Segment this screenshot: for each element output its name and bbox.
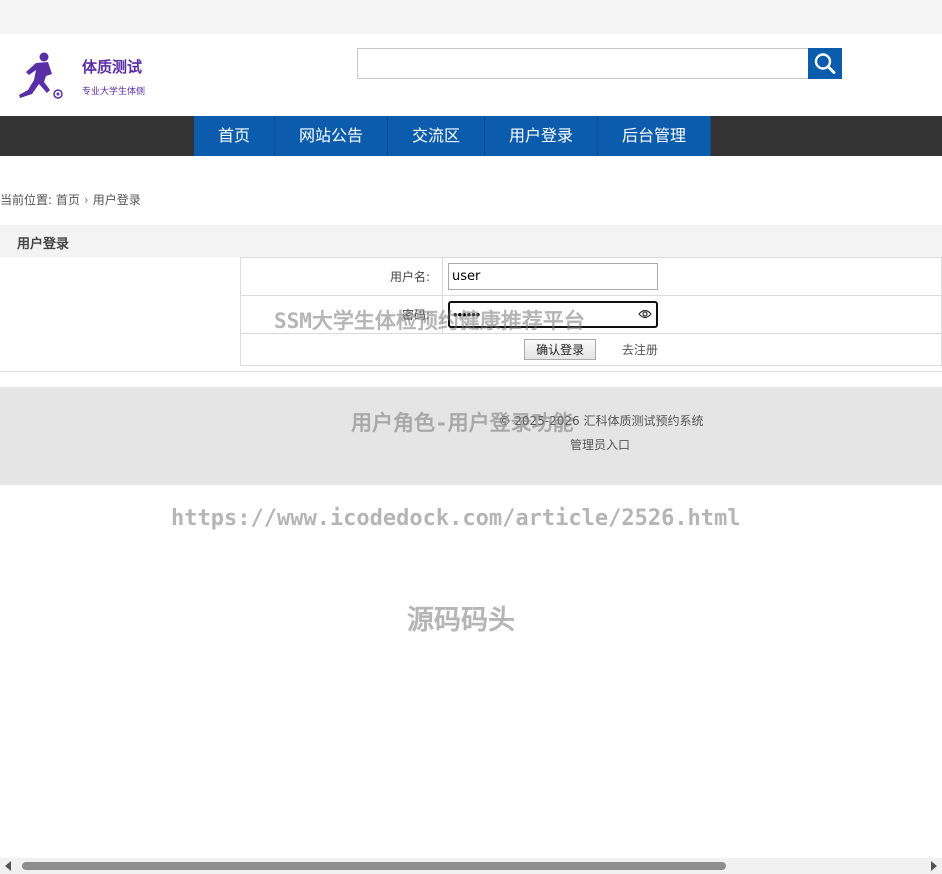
nav-menu: 首页 网站公告 交流区 用户登录 后台管理 xyxy=(194,116,711,156)
divider xyxy=(0,371,942,372)
breadcrumb-home[interactable]: 首页 xyxy=(56,193,80,207)
header: 体质测试 专业大学生体侧 xyxy=(0,34,942,116)
watermark-brand: 源码码头 xyxy=(407,605,515,636)
breadcrumb-current: 用户登录 xyxy=(92,193,141,207)
nav-item-user-login[interactable]: 用户登录 xyxy=(485,116,598,156)
watermark-title: SSM大学生体检预约健康推荐平台 xyxy=(274,309,585,333)
main-nav: 首页 网站公告 交流区 用户登录 后台管理 xyxy=(0,116,942,156)
nav-item-admin[interactable]: 后台管理 xyxy=(598,116,711,156)
watermark-subtitle: 用户角色-用户登录功能 xyxy=(351,411,574,435)
scroll-right-arrow-icon[interactable] xyxy=(931,861,937,871)
watermark-url: https://www.icodedock.com/article/2526.h… xyxy=(171,506,741,531)
admin-entry-link[interactable]: 管理员入口 xyxy=(0,436,942,453)
horizontal-scrollbar[interactable] xyxy=(0,858,942,874)
breadcrumb-prefix: 当前位置: xyxy=(0,193,53,207)
breadcrumb: 当前位置: 首页 › 用户登录 xyxy=(0,191,141,208)
eye-icon[interactable] xyxy=(638,308,652,320)
username-label: 用户名: xyxy=(240,257,443,296)
confirm-login-button[interactable]: 确认登录 xyxy=(524,339,597,360)
scrollbar-thumb[interactable] xyxy=(22,862,726,870)
search-icon xyxy=(814,53,836,74)
top-strip xyxy=(0,0,942,34)
username-row: 用户名: xyxy=(240,257,942,296)
actions-row: 确认登录 去注册 xyxy=(240,333,942,366)
scroll-left-arrow-icon[interactable] xyxy=(5,861,11,871)
section-header: 用户登录 xyxy=(0,225,942,257)
search-button[interactable] xyxy=(808,48,842,79)
search-input[interactable] xyxy=(357,48,809,79)
register-link[interactable]: 去注册 xyxy=(622,343,658,357)
nav-item-announcements[interactable]: 网站公告 xyxy=(275,116,388,156)
username-input[interactable] xyxy=(448,263,658,290)
nav-item-home[interactable]: 首页 xyxy=(194,116,275,156)
chevron-right-icon: › xyxy=(83,193,89,207)
section-title: 用户登录 xyxy=(17,237,70,252)
logo-title: 体质测试 xyxy=(82,58,143,76)
soccer-player-logo-icon xyxy=(19,52,63,99)
nav-item-forum[interactable]: 交流区 xyxy=(388,116,485,156)
logo-subtitle: 专业大学生体侧 xyxy=(82,87,146,97)
